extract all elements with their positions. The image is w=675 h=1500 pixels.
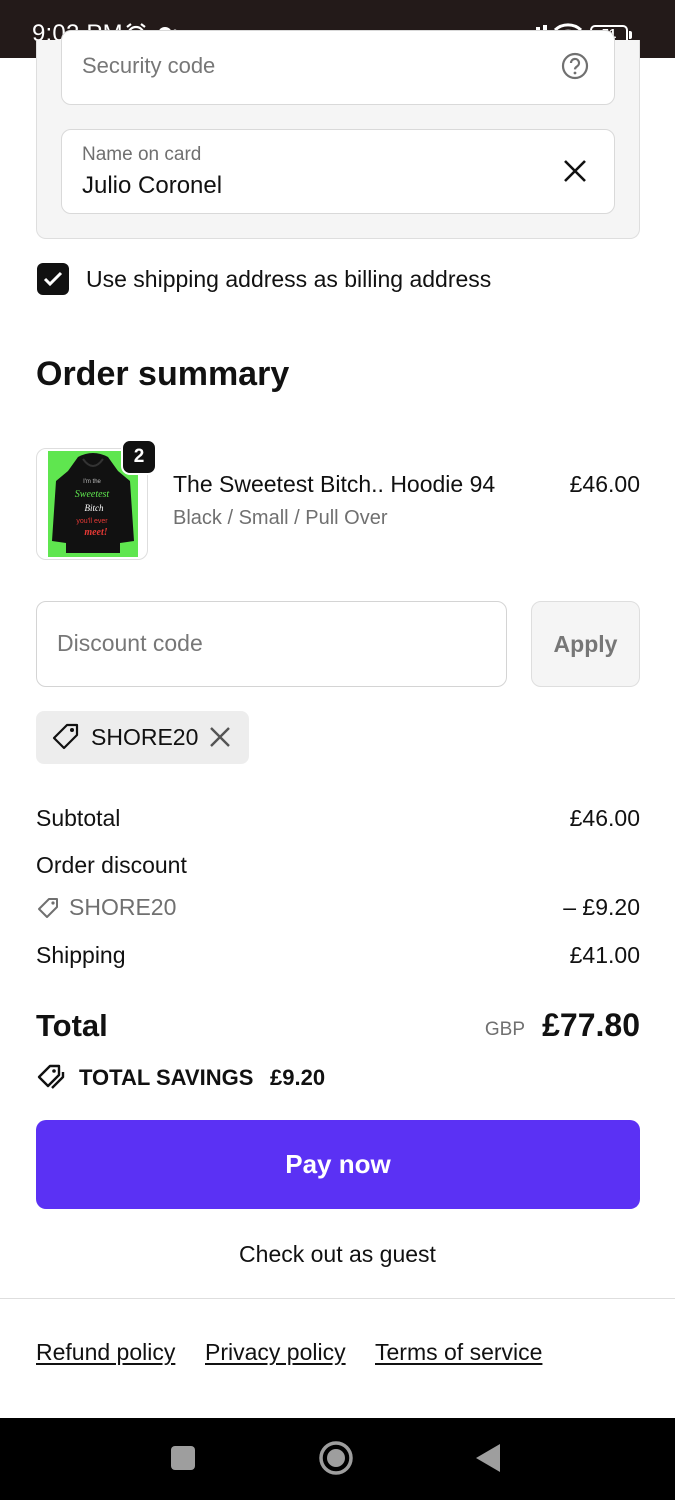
- total-label: Total: [36, 1008, 108, 1043]
- privacy-policy-link[interactable]: Privacy policy: [205, 1339, 346, 1366]
- home-icon[interactable]: [317, 1439, 355, 1482]
- billing-checkbox[interactable]: [37, 263, 69, 295]
- checkout-as-guest-link[interactable]: Check out as guest: [0, 1241, 675, 1268]
- terms-of-service-link[interactable]: Terms of service: [375, 1339, 542, 1366]
- apply-discount-button[interactable]: Apply: [531, 601, 640, 687]
- applied-discount-code: SHORE20: [91, 724, 199, 750]
- thumbnail-text-line-3: Bitch: [85, 503, 104, 513]
- quantity-badge: 2: [121, 439, 157, 475]
- subtotal-value: £46.00: [569, 805, 640, 831]
- billing-checkbox-label: Use shipping address as billing address: [86, 266, 492, 292]
- discount-code-input[interactable]: Discount code: [36, 601, 507, 687]
- product-name: The Sweetest Bitch.. Hoodie 94: [173, 471, 496, 497]
- help-icon[interactable]: [560, 51, 590, 86]
- name-on-card-value: Julio Coronel: [82, 172, 223, 199]
- security-code-field[interactable]: Security code: [61, 30, 615, 105]
- refund-policy-link[interactable]: Refund policy: [36, 1339, 175, 1366]
- total-savings: TOTAL SAVINGS £9.20: [36, 1062, 436, 1094]
- shipping-value: £41.00: [569, 942, 640, 968]
- thumbnail-text-line-4: you'll ever: [76, 518, 108, 525]
- back-icon[interactable]: [474, 1442, 502, 1479]
- tag-icon: [51, 722, 81, 757]
- pay-now-button[interactable]: Pay now: [36, 1120, 640, 1209]
- discount-code-placeholder: Discount code: [57, 630, 203, 656]
- applied-discount-chip: SHORE20: [36, 711, 249, 764]
- product-variant: Black / Small / Pull Over: [173, 507, 388, 529]
- name-on-card-field[interactable]: Name on card Julio Coronel: [61, 129, 615, 214]
- total-value: £77.80: [542, 1007, 640, 1043]
- order-discount-code-text: SHORE20: [69, 894, 177, 920]
- order-summary-title: Order summary: [36, 355, 290, 393]
- billing-address-option[interactable]: Use shipping address as billing address: [36, 263, 636, 297]
- thumbnail-text-line-1: I'm the: [83, 479, 101, 485]
- subtotal-label: Subtotal: [36, 805, 121, 831]
- clear-icon[interactable]: [562, 158, 588, 189]
- total-savings-label: TOTAL SAVINGS: [79, 1065, 254, 1090]
- order-discount-label: Order discount: [36, 852, 187, 878]
- security-code-placeholder: Security code: [82, 53, 216, 78]
- thumbnail-text-line-2: Sweetest: [75, 489, 110, 500]
- order-discount-value: – £9.20: [563, 894, 640, 920]
- remove-discount-icon[interactable]: [209, 726, 231, 753]
- thumbnail-text-line-5: meet!: [84, 527, 107, 538]
- total-currency: GBP: [484, 1019, 525, 1040]
- product-price: £46.00: [569, 471, 640, 497]
- shipping-label: Shipping: [36, 942, 126, 968]
- footer-divider: [0, 1298, 675, 1299]
- recent-apps-icon[interactable]: [171, 1446, 195, 1470]
- savings-tag-icon: [37, 1064, 65, 1089]
- name-on-card-label: Name on card: [82, 144, 202, 165]
- tag-icon: [38, 898, 58, 918]
- system-navigation-bar: [0, 1418, 675, 1500]
- total-savings-value: £9.20: [270, 1065, 326, 1090]
